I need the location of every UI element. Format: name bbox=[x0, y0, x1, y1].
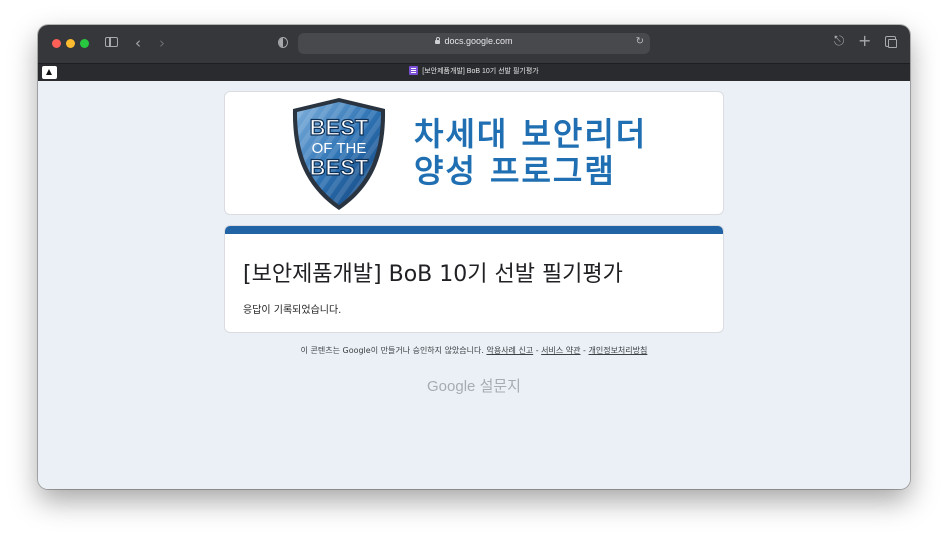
address-text-wrap: docs.google.com bbox=[298, 36, 650, 46]
tab-overview-icon[interactable] bbox=[885, 36, 897, 48]
google-forms-logo[interactable]: Google 설문지 bbox=[38, 375, 910, 396]
banner-title: 차세대 보안리더 양성 프로그램 bbox=[414, 116, 647, 190]
reload-icon[interactable]: ↻ bbox=[636, 36, 644, 47]
active-tab[interactable]: [보안제품개발] BoB 10기 선발 필기평가 bbox=[38, 66, 910, 76]
google-wordmark: Google bbox=[427, 378, 476, 395]
separator: - bbox=[583, 346, 586, 355]
disclaimer-text: 이 콘텐츠는 Google이 만들거나 승인하지 않았습니다. bbox=[300, 346, 484, 355]
response-recorded-message: 응답이 기록되었습니다. bbox=[243, 305, 342, 316]
url-text: docs.google.com bbox=[444, 36, 513, 46]
form-confirmation-card: [보안제품개발] BoB 10기 선발 필기평가 응답이 기록되었습니다. bbox=[224, 225, 724, 333]
address-bar[interactable]: docs.google.com ↻ bbox=[298, 33, 650, 54]
badge-line-3: BEST bbox=[310, 155, 369, 180]
banner-title-line-2: 양성 프로그램 bbox=[414, 152, 616, 190]
sidebar-toggle-icon[interactable] bbox=[105, 37, 118, 47]
form-title: [보안제품개발] BoB 10기 선발 필기평가 bbox=[243, 262, 623, 287]
badge-line-1: BEST bbox=[310, 115, 369, 140]
tab-bar: [보안제품개발] BoB 10기 선발 필기평가 bbox=[38, 63, 910, 81]
separator: - bbox=[535, 346, 539, 355]
page-content: BEST OF THE BEST 차세대 보안리더 양성 프로그램 [보안제품개… bbox=[38, 81, 910, 489]
minimize-window-button[interactable] bbox=[66, 39, 75, 48]
report-abuse-link[interactable]: 악용사례 신고 bbox=[486, 346, 533, 355]
new-tab-icon[interactable]: + bbox=[858, 33, 871, 49]
google-forms-favicon-icon bbox=[409, 66, 419, 75]
close-window-button[interactable] bbox=[52, 39, 61, 48]
privacy-policy-link[interactable]: 개인정보처리방침 bbox=[588, 346, 647, 355]
disclaimer: 이 콘텐츠는 Google이 만들거나 승인하지 않았습니다. 악용사례 신고 … bbox=[38, 345, 910, 356]
terms-of-service-link[interactable]: 서비스 약관 bbox=[541, 346, 580, 355]
card-accent-bar bbox=[225, 226, 723, 234]
browser-window: ‹ › docs.google.com ↻ ⎋ + [보안제품개발] BoB 1… bbox=[38, 25, 910, 489]
header-banner: BEST OF THE BEST 차세대 보안리더 양성 프로그램 bbox=[224, 91, 724, 215]
browser-toolbar: ‹ › docs.google.com ↻ ⎋ + bbox=[38, 25, 910, 63]
zoom-window-button[interactable] bbox=[80, 39, 89, 48]
best-of-the-best-badge: BEST OF THE BEST bbox=[292, 98, 386, 210]
forms-wordmark: 설문지 bbox=[479, 378, 521, 395]
lock-icon bbox=[435, 37, 441, 44]
banner-title-line-1: 차세대 보안리더 bbox=[414, 115, 648, 153]
share-icon[interactable]: ⎋ bbox=[834, 35, 844, 49]
back-icon[interactable]: ‹ bbox=[135, 36, 141, 51]
tab-title: [보안제품개발] BoB 10기 선발 필기평가 bbox=[422, 68, 539, 75]
forward-icon[interactable]: › bbox=[159, 36, 165, 51]
privacy-shield-icon[interactable] bbox=[278, 37, 288, 48]
